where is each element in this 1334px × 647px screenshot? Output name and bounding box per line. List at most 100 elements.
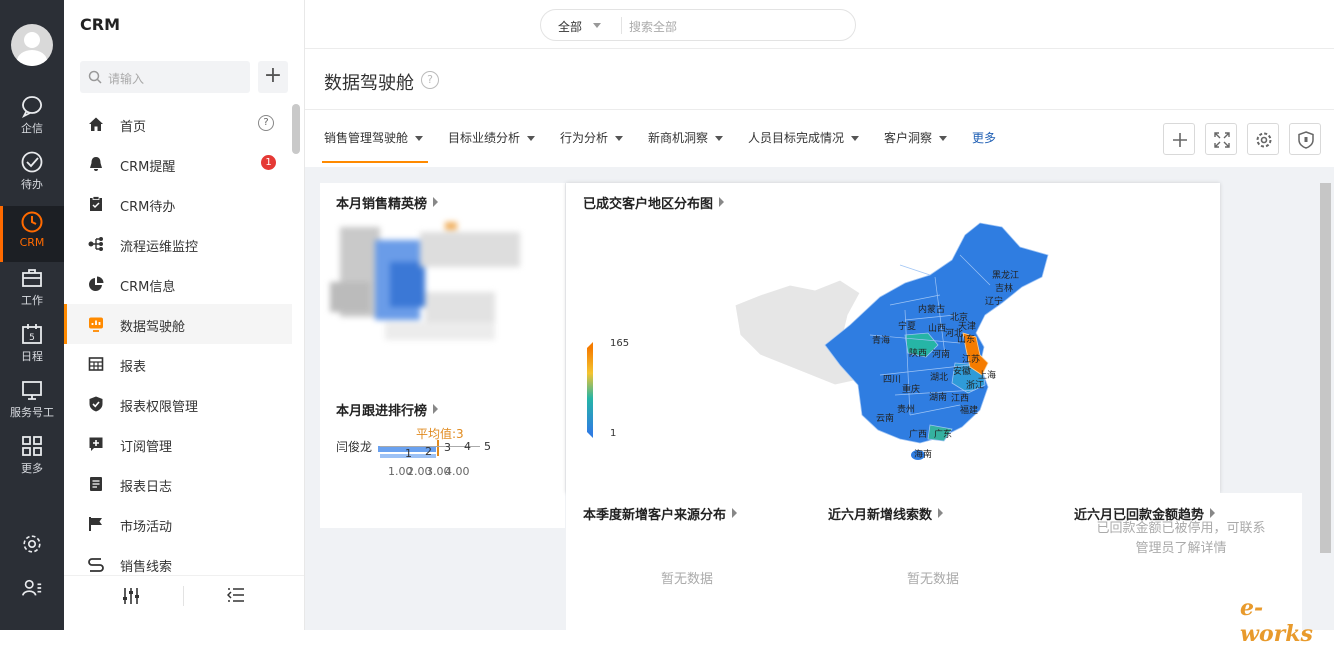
tab-sales-cockpit[interactable]: 销售管理驾驶舱: [324, 129, 424, 146]
sidebar-item-crm-todo[interactable]: CRM待办: [64, 184, 292, 224]
rail-label: CRM: [19, 236, 45, 249]
tick-label: 4.00: [445, 465, 470, 478]
sidebar-footer: [64, 575, 304, 615]
app-rail: 企信 待办 CRM 工作 5 日程 服务号工 更多: [0, 0, 64, 630]
chat-icon: [21, 96, 42, 118]
caret-right-icon: [938, 508, 944, 518]
grid-icon: [22, 436, 42, 456]
global-search-input[interactable]: 搜索全部: [629, 18, 677, 35]
sidebar-item-label: CRM信息: [120, 280, 176, 295]
sidebar-item-subscription[interactable]: 订阅管理: [64, 424, 292, 464]
card-title-text: 本季度新增客户来源分布: [583, 508, 727, 523]
average-line: [437, 440, 439, 456]
help-icon[interactable]: ?: [421, 71, 439, 89]
blurred-sales-chart: [330, 222, 525, 342]
add-widget-button[interactable]: [1163, 123, 1195, 155]
check-circle-icon: [21, 151, 43, 173]
province-label: 湖北: [930, 373, 949, 383]
rail-item-crm[interactable]: CRM: [0, 206, 64, 262]
province-label: 河南: [932, 350, 951, 360]
disabled-note: 已回款金额已被停用，可联系 管理员了解详情: [1086, 519, 1276, 559]
card-title[interactable]: 已成交客户地区分布图: [583, 193, 725, 212]
province-label: 黑龙江: [992, 271, 1020, 281]
sidebar-item-marketing[interactable]: 市场活动: [64, 504, 292, 544]
china-map[interactable]: [730, 215, 1060, 465]
card-title[interactable]: 本月跟进排行榜: [336, 400, 439, 419]
legend-min-label: 1: [610, 428, 617, 439]
rail-label: 更多: [21, 462, 43, 475]
collapse-menu-icon[interactable]: [227, 587, 245, 603]
tab-label: 销售管理驾驶舱: [324, 131, 409, 145]
rail-item-more[interactable]: 更多: [0, 434, 64, 490]
sidebar-item-report-permission[interactable]: 报表权限管理: [64, 384, 292, 424]
global-search[interactable]: 全部 搜索全部: [540, 9, 856, 41]
province-label: 山西: [928, 324, 947, 334]
sidebar-item-report[interactable]: 报表: [64, 344, 292, 384]
rail-item-chat[interactable]: 企信: [0, 94, 64, 150]
tab-opportunity-insight[interactable]: 新商机洞察: [648, 129, 724, 146]
rail-label: 待办: [21, 178, 43, 191]
province-label: 安徽: [953, 367, 972, 377]
chevron-down-icon: [851, 136, 860, 141]
watermark-logo: e-works: [1240, 595, 1313, 647]
rail-item-calendar[interactable]: 5 日程: [0, 322, 64, 378]
sidebar-item-home[interactable]: 首页 ?: [64, 104, 292, 144]
settings-button[interactable]: [1247, 123, 1279, 155]
svg-text:5: 5: [29, 333, 35, 343]
empty-state: 暂无数据: [661, 572, 714, 587]
sidebar-scrollbar[interactable]: [292, 104, 300, 154]
rail-item-service[interactable]: 服务号工: [0, 378, 64, 434]
chevron-down-icon: [615, 136, 624, 141]
province-label: 广西: [909, 430, 928, 440]
sidebar-item-label: 首页: [120, 120, 147, 135]
province-label: 重庆: [902, 385, 921, 395]
lead-icon: [88, 558, 104, 572]
sidebar-item-crm-info[interactable]: CRM信息: [64, 264, 292, 304]
flag-icon: [89, 517, 102, 531]
search-scope-select[interactable]: 全部: [558, 18, 582, 35]
card-title[interactable]: 本月销售精英榜: [336, 193, 439, 212]
clipboard-icon: [90, 196, 102, 211]
card-title-text: 近六月新增线索数: [828, 508, 933, 523]
sidebar-item-reminder[interactable]: CRM提醒 1: [64, 144, 292, 184]
average-label: 平均值:3: [416, 427, 464, 441]
tick-label: 1: [405, 447, 412, 460]
rail-item-work[interactable]: 工作: [0, 266, 64, 322]
province-label: 宁夏: [898, 322, 917, 332]
sidebar-item-label: 市场活动: [120, 520, 173, 535]
empty-state: 暂无数据: [907, 572, 960, 587]
sidebar-search-input[interactable]: 请输入: [80, 61, 250, 93]
card-title[interactable]: 近六月新增线索数: [828, 504, 944, 523]
sidebar-item-report-log[interactable]: 报表日志: [64, 464, 292, 504]
tab-customer-insight[interactable]: 客户洞察: [884, 129, 948, 146]
sidebar-item-label: 报表权限管理: [120, 400, 199, 415]
permission-button[interactable]: [1289, 123, 1321, 155]
title-divider: [305, 109, 1334, 110]
contacts-icon[interactable]: [21, 577, 43, 599]
sidebar-item-leads[interactable]: 销售线索: [64, 544, 292, 574]
province-label: 吉林: [995, 284, 1014, 294]
fullscreen-button[interactable]: [1205, 123, 1237, 155]
tab-member-target[interactable]: 人员目标完成情况: [748, 129, 860, 146]
help-icon[interactable]: ?: [258, 115, 274, 131]
add-button[interactable]: +: [258, 61, 288, 93]
briefcase-icon: [22, 269, 42, 287]
sidebar-item-label: 销售线索: [120, 560, 173, 574]
tab-behavior-analysis[interactable]: 行为分析: [560, 129, 624, 146]
rail-label: 日程: [21, 350, 43, 363]
card-title[interactable]: 本季度新增客户来源分布: [583, 504, 738, 523]
filter-settings-icon[interactable]: [121, 587, 141, 605]
tab-label: 新商机洞察: [648, 131, 709, 145]
avatar[interactable]: [11, 24, 53, 66]
note-line: 已回款金额已被停用，可联系: [1096, 521, 1266, 536]
sidebar-item-data-cockpit[interactable]: 数据驾驶舱: [64, 304, 292, 344]
chevron-down-icon: [939, 136, 948, 141]
pie-icon: [89, 276, 104, 291]
tab-more[interactable]: 更多: [972, 129, 996, 146]
settings-icon[interactable]: [21, 533, 43, 555]
canvas-scrollbar[interactable]: [1320, 183, 1331, 553]
rail-item-todo[interactable]: 待办: [0, 150, 64, 206]
footer-divider: [183, 586, 184, 606]
sidebar-item-flow-monitor[interactable]: 流程运维监控: [64, 224, 292, 264]
tab-target-analysis[interactable]: 目标业绩分析: [448, 129, 536, 146]
